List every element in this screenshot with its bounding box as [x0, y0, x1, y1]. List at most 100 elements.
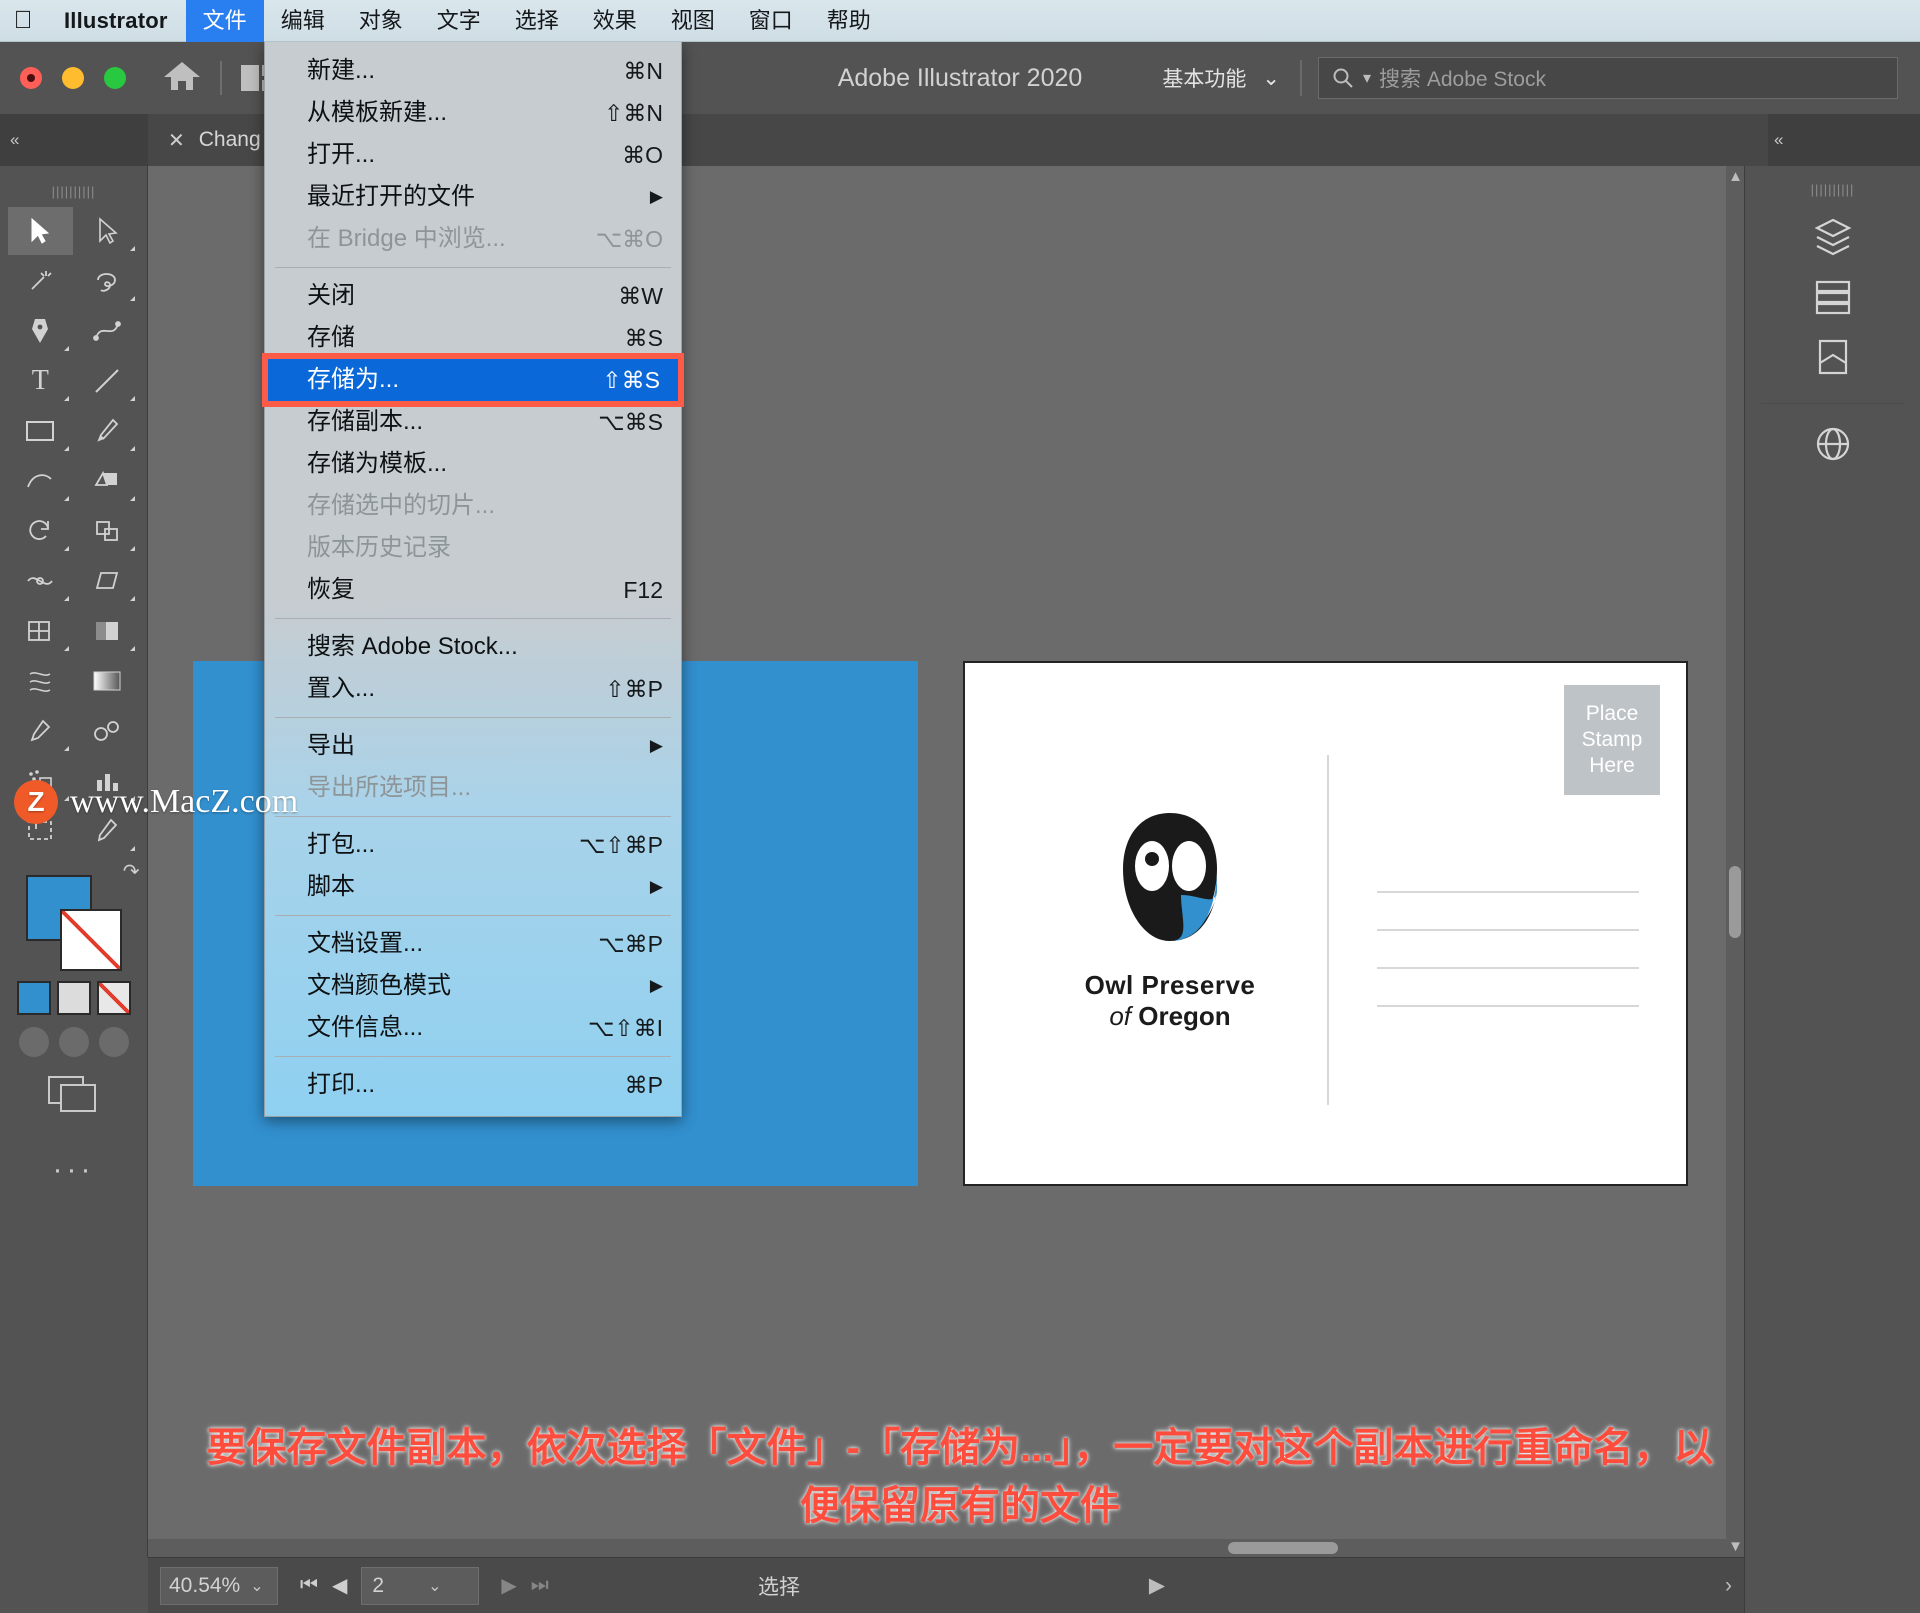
menu-item-5-0[interactable]: 文档设置... ⌥⌘P	[265, 923, 681, 965]
shaper-tool[interactable]	[8, 457, 73, 505]
menu-item-3-0[interactable]: 导出 ▶	[265, 725, 681, 767]
rectangle-tool[interactable]	[8, 407, 73, 455]
width-tool[interactable]	[8, 557, 73, 605]
canvas-horizontal-scrollbar[interactable]	[148, 1539, 1726, 1557]
zoom-level-field[interactable]: 40.54% ⌄	[160, 1566, 278, 1605]
artboards-panel-icon[interactable]	[1745, 327, 1920, 387]
menu-item-2-0[interactable]: 搜索 Adobe Stock...	[265, 626, 681, 668]
next-artboard-button[interactable]: ▶	[501, 1573, 516, 1598]
scroll-up-icon[interactable]: ▲	[1728, 168, 1743, 185]
edit-toolbar-icon[interactable]: ···	[10, 1153, 137, 1187]
draw-behind-icon[interactable]	[58, 1027, 89, 1057]
menu-type[interactable]: 文字	[420, 0, 498, 42]
perspective-grid-tool[interactable]	[75, 607, 140, 655]
menu-item-4-0[interactable]: 打包... ⌥⇧⌘P	[265, 824, 681, 866]
menu-item-label: 版本历史记录	[307, 534, 451, 561]
scale-tool[interactable]	[75, 507, 140, 555]
menu-window[interactable]: 窗口	[732, 0, 810, 42]
swap-fill-stroke-icon[interactable]: ↷	[123, 859, 140, 884]
curvature-tool[interactable]	[75, 307, 140, 355]
draw-normal-icon[interactable]	[18, 1027, 49, 1057]
global-edit-icon[interactable]	[1745, 414, 1920, 474]
menu-item-0-2[interactable]: 打开... ⌘O	[265, 134, 681, 176]
menu-edit[interactable]: 编辑	[264, 0, 342, 42]
paintbrush-tool[interactable]	[75, 407, 140, 455]
menu-item-1-7[interactable]: 恢复 F12	[265, 569, 681, 611]
gradient-tool[interactable]	[75, 657, 140, 705]
stroke-swatch[interactable]	[59, 909, 122, 971]
magic-wand-tool[interactable]	[8, 257, 73, 305]
fill-stroke-swatches[interactable]: ↷	[25, 861, 140, 971]
libraries-panel-icon[interactable]	[1745, 207, 1920, 267]
minimize-window-button[interactable]	[62, 67, 84, 89]
direct-selection-tool[interactable]	[75, 207, 140, 255]
mesh-tool[interactable]	[8, 657, 73, 705]
canvas-vertical-scrollbar[interactable]: ▲ ▼	[1726, 166, 1744, 1557]
eraser-tool[interactable]	[75, 457, 140, 505]
draw-inside-icon[interactable]	[98, 1027, 129, 1057]
search-dropdown-icon[interactable]: ▾	[1363, 68, 1371, 88]
gradient-swatch-button[interactable]	[56, 981, 91, 1015]
menu-effect[interactable]: 效果	[576, 0, 654, 42]
menu-help[interactable]: 帮助	[810, 0, 888, 42]
workspace-switcher[interactable]: 基本功能 ⌄	[1162, 63, 1280, 93]
file-menu-dropdown[interactable]: 新建... ⌘N 从模板新建... ⇧⌘N 打开... ⌘O 最近打开的文件 ▶ 在 Bridg…	[262, 42, 684, 1117]
eyedropper-tool[interactable]	[8, 707, 73, 755]
blend-tool[interactable]	[75, 707, 140, 755]
rotate-tool[interactable]	[8, 507, 73, 555]
type-tool[interactable]: T	[8, 357, 73, 405]
menu-item-5-2[interactable]: 文件信息... ⌥⇧⌘I	[265, 1007, 681, 1049]
stock-search-input[interactable]: ▾ 搜索 Adobe Stock	[1318, 57, 1898, 99]
menu-object[interactable]: 对象	[342, 0, 420, 42]
status-right-arrow-icon[interactable]: ›	[1725, 1574, 1732, 1598]
close-icon[interactable]: ✕	[168, 128, 185, 153]
none-swatch-button[interactable]	[96, 981, 131, 1015]
close-window-button[interactable]	[20, 67, 42, 89]
lasso-tool[interactable]	[75, 257, 140, 305]
first-artboard-button[interactable]: ⏮	[300, 1574, 318, 1597]
menu-item-1-2[interactable]: 存储为... ⇧⌘S	[262, 353, 684, 407]
vertical-scroll-thumb[interactable]	[1729, 866, 1741, 938]
apple-menu[interactable]: 	[0, 8, 46, 33]
layers-panel-icon[interactable]	[1745, 267, 1920, 327]
app-name-menu[interactable]: Illustrator	[46, 8, 186, 34]
window-controls[interactable]	[0, 67, 126, 89]
menu-item-1-0[interactable]: 关闭 ⌘W	[265, 275, 681, 317]
right-panel-collapse-icon[interactable]: «	[1768, 114, 1920, 166]
zoom-window-button[interactable]	[104, 67, 126, 89]
tools-panel-grip[interactable]: ||||||||||	[0, 166, 147, 199]
last-artboard-button[interactable]: ⏭	[531, 1574, 549, 1597]
pen-tool[interactable]	[8, 307, 73, 355]
shape-builder-tool[interactable]	[8, 607, 73, 655]
menu-item-2-1[interactable]: 置入... ⇧⌘P	[265, 668, 681, 710]
menu-item-1-1[interactable]: 存储 ⌘S	[265, 317, 681, 359]
menu-item-6-0[interactable]: 打印... ⌘P	[265, 1064, 681, 1106]
status-play-icon[interactable]: ▶	[1149, 1573, 1165, 1598]
left-panel-collapse-icon[interactable]: «	[0, 114, 148, 166]
menu-item-1-4[interactable]: 存储为模板...	[265, 443, 681, 485]
screen-mode-icon[interactable]	[47, 1075, 101, 1113]
artboard-number-field[interactable]: 2 ⌄	[361, 1566, 480, 1605]
chevron-down-icon[interactable]: ⌄	[250, 1576, 263, 1596]
previous-artboard-button[interactable]: ◀	[332, 1573, 347, 1598]
right-dock-grip[interactable]: ||||||||||	[1745, 166, 1920, 197]
chevron-down-icon[interactable]: ⌄	[428, 1576, 441, 1596]
menu-item-0-1[interactable]: 从模板新建... ⇧⌘N	[265, 92, 681, 134]
menu-item-0-3[interactable]: 最近打开的文件 ▶	[265, 176, 681, 218]
line-segment-tool[interactable]	[75, 357, 140, 405]
scroll-down-icon[interactable]: ▼	[1728, 1538, 1743, 1555]
horizontal-scroll-thumb[interactable]	[1228, 1542, 1338, 1554]
menu-item-label: 恢复	[307, 576, 355, 603]
menu-item-4-1[interactable]: 脚本 ▶	[265, 866, 681, 908]
home-icon[interactable]	[162, 59, 202, 98]
artboard-back[interactable]: Place Stamp Here Owl Preserve of Oregon	[963, 661, 1688, 1186]
menu-item-1-3[interactable]: 存储副本... ⌥⌘S	[265, 401, 681, 443]
menu-item-0-0[interactable]: 新建... ⌘N	[265, 50, 681, 92]
menu-view[interactable]: 视图	[654, 0, 732, 42]
free-transform-tool[interactable]	[75, 557, 140, 605]
selection-tool[interactable]	[8, 207, 73, 255]
color-swatch-button[interactable]	[16, 981, 51, 1015]
menu-item-5-1[interactable]: 文档颜色模式 ▶	[265, 965, 681, 1007]
menu-select[interactable]: 选择	[498, 0, 576, 42]
menu-file[interactable]: 文件	[185, 0, 264, 42]
